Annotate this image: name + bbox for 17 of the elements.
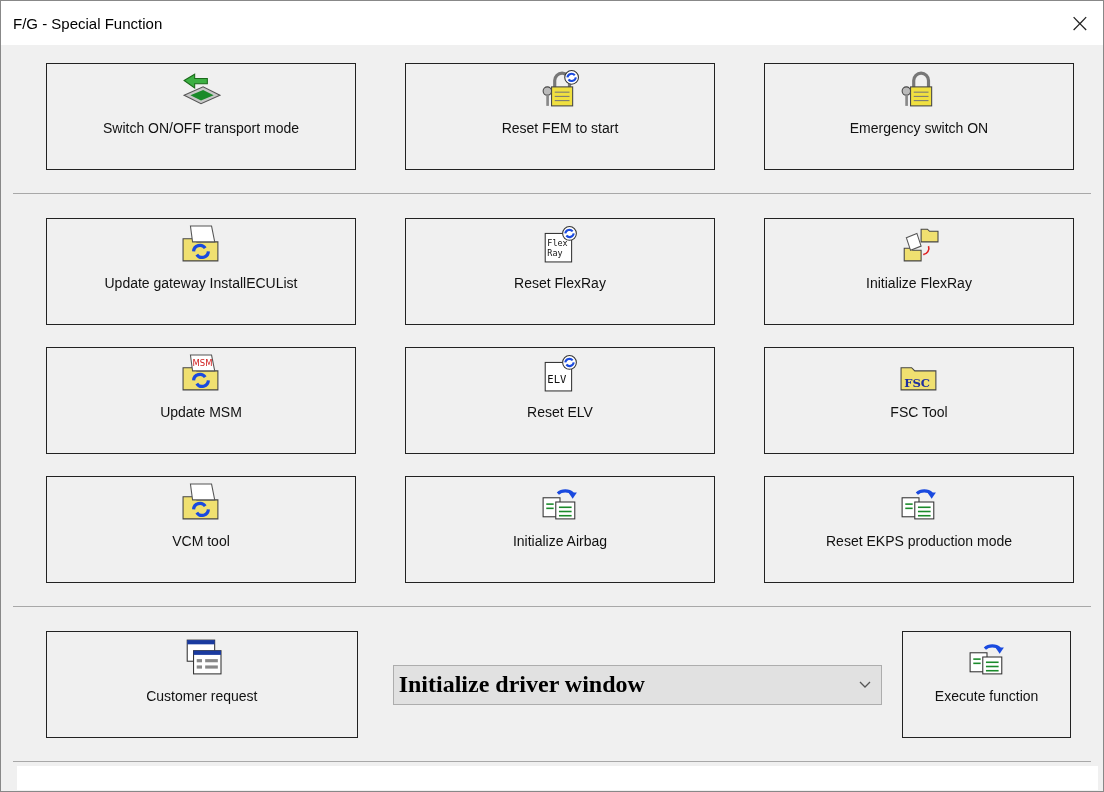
function-button[interactable]: Reset EKPS production mode <box>764 476 1074 583</box>
execute-function-button[interactable]: Execute function <box>902 631 1071 738</box>
function-button[interactable]: MSM Update MSM <box>46 347 356 454</box>
function-dropdown[interactable]: Initialize driver window <box>392 664 883 705</box>
function-button[interactable]: Initialize FlexRay <box>764 218 1074 325</box>
function-button[interactable]: Update gateway InstallECUList <box>46 218 356 325</box>
function-button[interactable]: VCM tool <box>46 476 356 583</box>
chevron-down-icon <box>859 680 872 689</box>
function-button[interactable]: ELV Reset ELV <box>405 347 715 454</box>
function-button[interactable]: FSC FSC Tool <box>764 347 1074 454</box>
function-button[interactable]: Reset FEM to start <box>405 63 715 170</box>
function-button[interactable]: Initialize Airbag <box>405 476 715 583</box>
function-button[interactable]: Flex Ray Reset FlexRay <box>405 218 715 325</box>
customer-request-button[interactable]: Customer request <box>46 631 358 738</box>
window-title: F/G - Special Function <box>13 14 163 32</box>
function-button[interactable]: Emergency switch ON <box>764 63 1074 170</box>
function-button[interactable]: Switch ON/OFF transport mode <box>46 63 356 170</box>
